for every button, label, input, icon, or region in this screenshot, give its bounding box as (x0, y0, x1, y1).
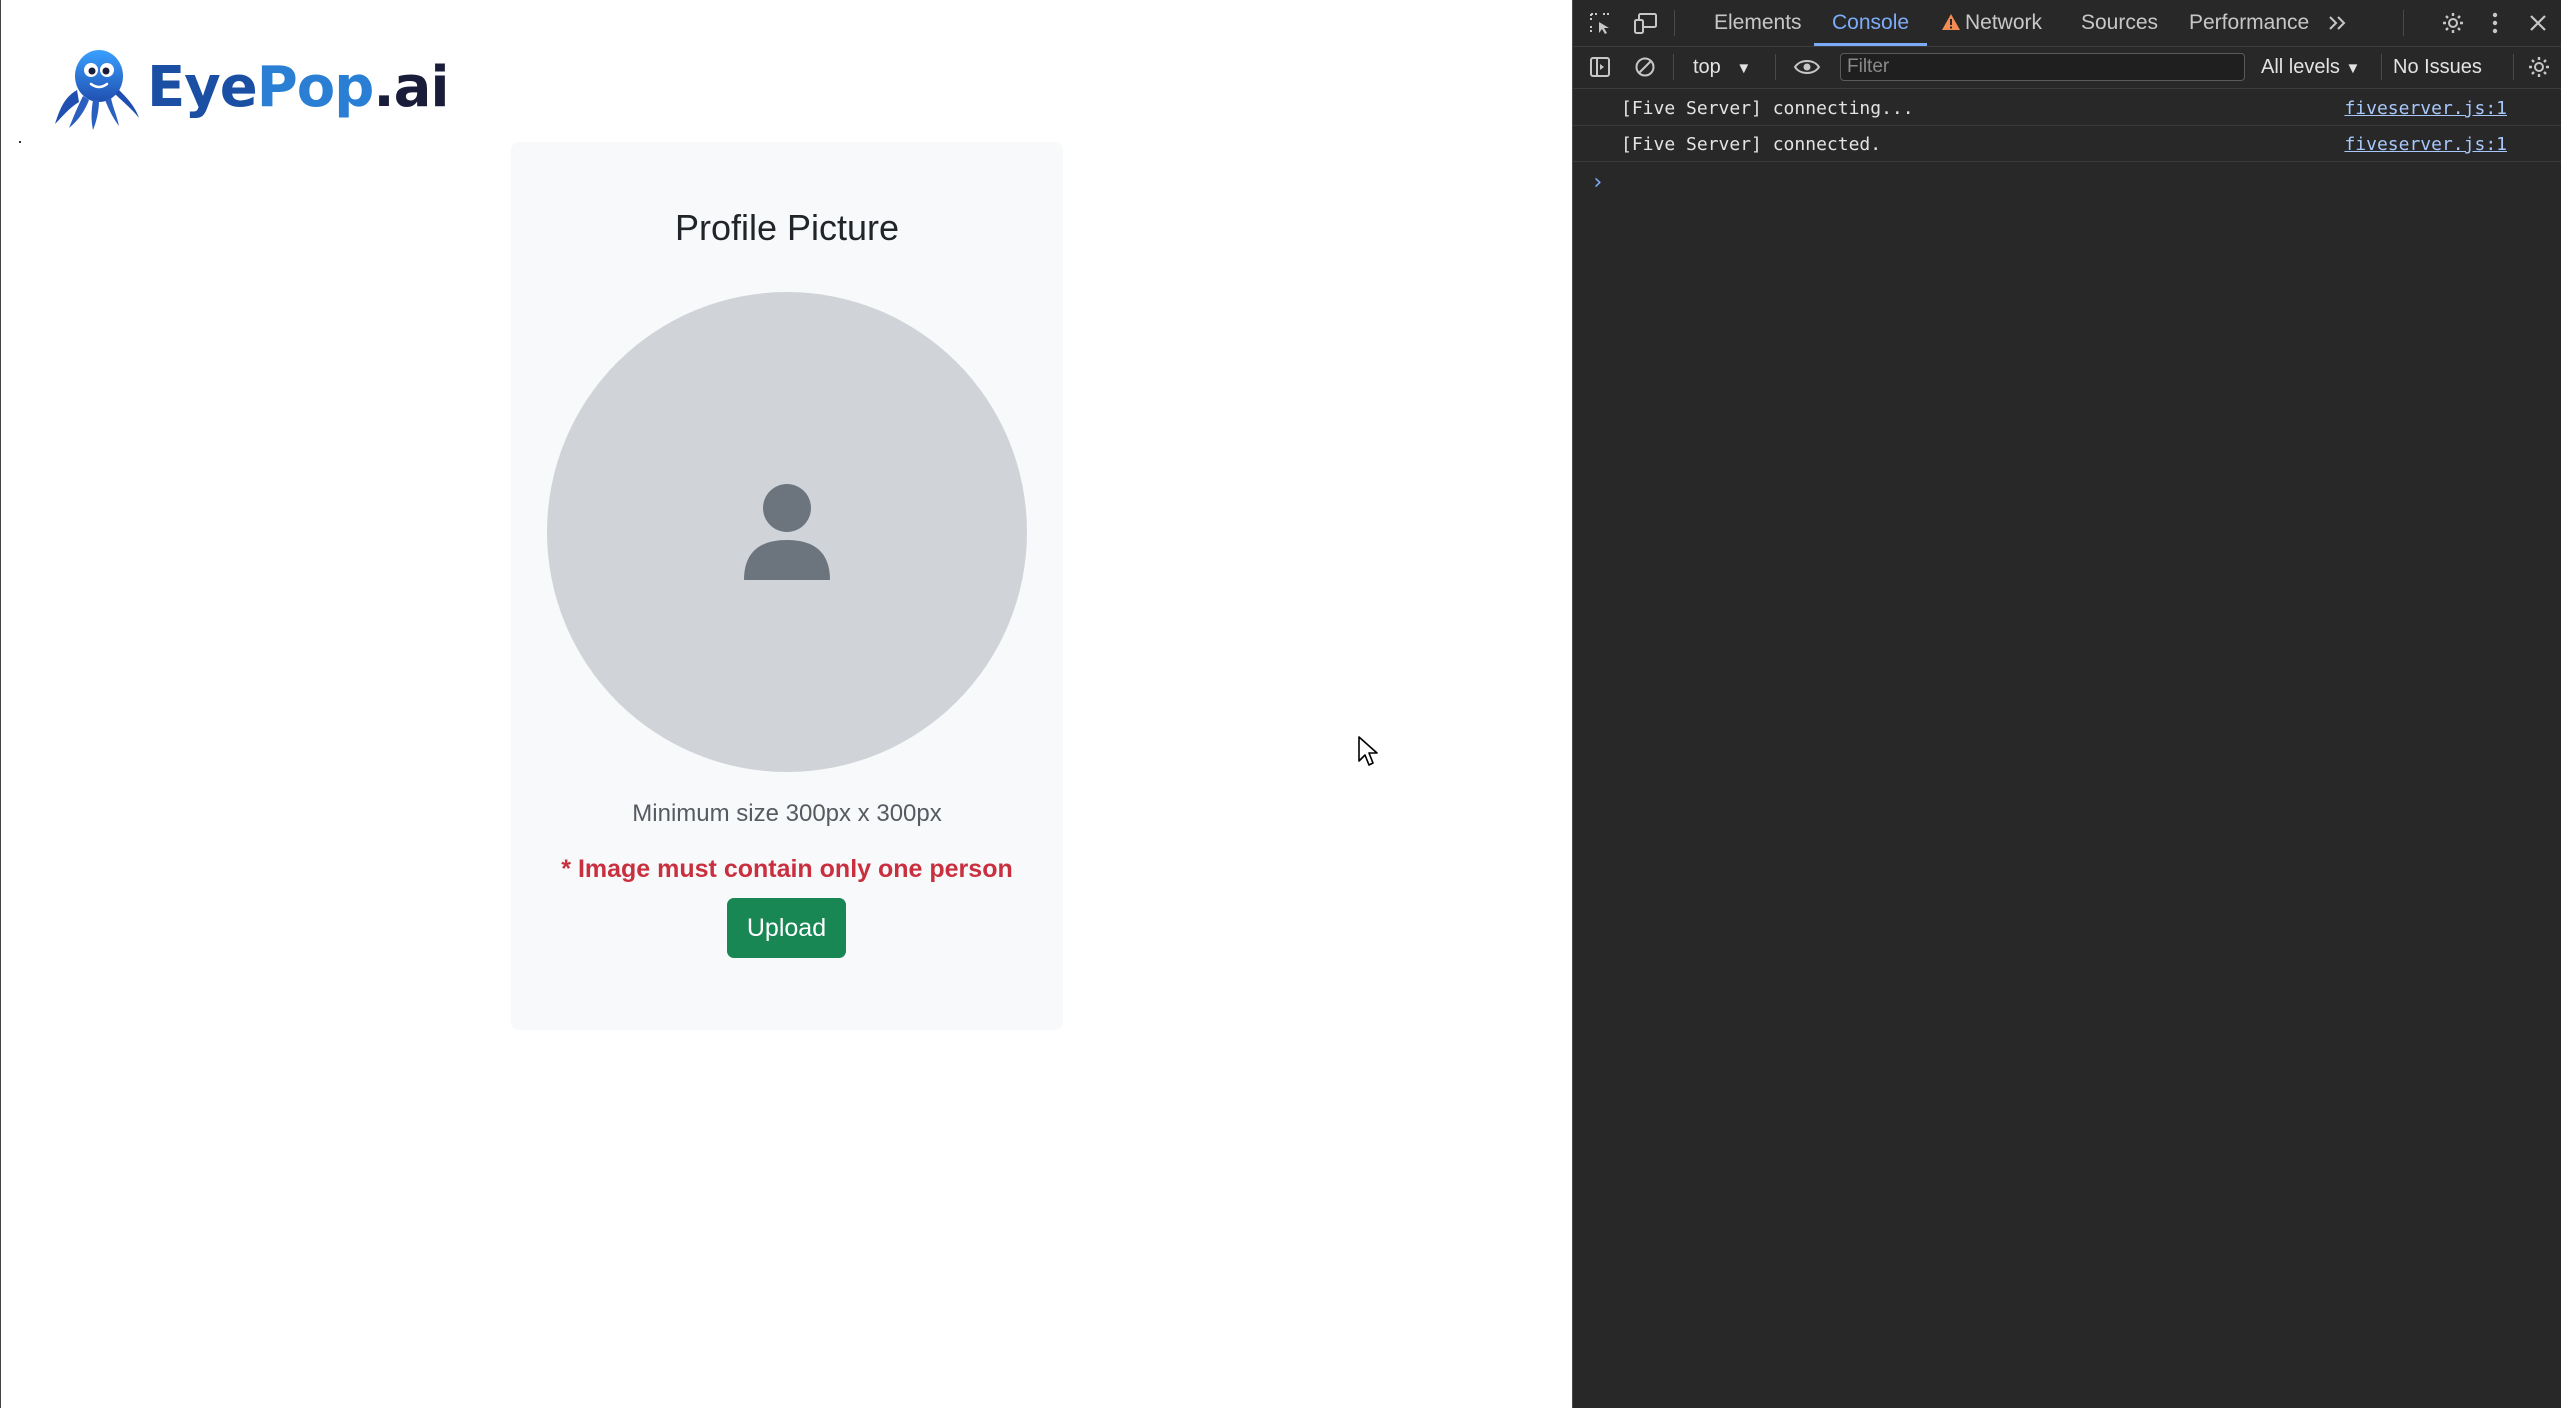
min-size-hint: Minimum size 300px x 300px (632, 800, 942, 827)
one-person-warning: * Image must contain only one person (561, 855, 1013, 883)
console-source-link[interactable]: fiveserver.js:1 (2344, 134, 2507, 155)
octopus-logo-icon (55, 50, 139, 130)
console-message: [Five Server] connected. fiveserver.js:1 (1573, 126, 2561, 162)
issues-counter[interactable]: No Issues (2393, 46, 2482, 88)
tab-console[interactable]: Console (1814, 0, 1928, 46)
avatar-placeholder[interactable] (547, 292, 1027, 772)
sidebar-toggle-icon[interactable] (1585, 52, 1615, 82)
mouse-cursor-icon (1358, 736, 1378, 766)
console-output: [Five Server] connecting... fiveserver.j… (1573, 90, 2561, 162)
toolbar-separator (1673, 54, 1674, 80)
logo-eye-text: Eye (147, 55, 258, 120)
console-prompt-chevron-icon[interactable]: › (1591, 170, 1604, 195)
profile-picture-card: Profile Picture Minimum size 300px x 300… (511, 142, 1063, 1030)
person-icon (744, 484, 830, 580)
clear-console-icon[interactable] (1630, 52, 1660, 82)
tab-separator (2403, 10, 2404, 36)
console-message-text: [Five Server] connecting... (1621, 98, 1914, 119)
logo-wordmark: EyePop.ai (147, 60, 450, 116)
toolbar-separator (2513, 54, 2514, 80)
eye-icon[interactable] (1792, 52, 1822, 82)
console-message-text: [Five Server] connected. (1621, 134, 1882, 155)
stray-dot (19, 141, 21, 143)
console-toolbar: top ▼ All levels ▼ No Issues (1573, 46, 2561, 89)
logo-ai-text: .ai (373, 55, 449, 120)
context-selector-label: top (1693, 56, 1721, 78)
inspect-element-icon[interactable] (1585, 8, 1615, 38)
log-levels-dropdown[interactable]: All levels ▼ (2261, 46, 2360, 88)
more-tabs-icon[interactable] (2323, 8, 2353, 38)
settings-gear-icon[interactable] (2438, 8, 2468, 38)
device-toolbar-icon[interactable] (1631, 8, 1661, 38)
toolbar-separator (1775, 54, 1776, 80)
log-levels-label: All levels (2261, 56, 2340, 78)
console-filter-input[interactable] (1840, 53, 2245, 81)
warning-icon (1942, 14, 1960, 30)
tab-network-label: Network (1965, 11, 2043, 34)
logo-pop-text: Pop (256, 55, 375, 120)
upload-button[interactable]: Upload (727, 898, 846, 958)
devtools-tabbar: Elements Console Network Sources Perform… (1573, 0, 2561, 47)
page-viewport: EyePop.ai Profile Picture Minimum size 3… (0, 0, 1572, 1408)
console-settings-gear-icon[interactable] (2524, 52, 2554, 82)
card-title: Profile Picture (674, 207, 900, 248)
toolbar-separator (2381, 54, 2382, 80)
close-icon[interactable] (2523, 8, 2553, 38)
dropdown-arrow-icon: ▼ (1736, 60, 1752, 77)
tab-network[interactable]: Network (1941, 0, 2042, 46)
eyepop-logo[interactable]: EyePop.ai (53, 46, 450, 130)
context-selector[interactable]: top ▼ (1693, 46, 1751, 88)
kebab-menu-icon[interactable] (2480, 8, 2510, 38)
console-message: [Five Server] connecting... fiveserver.j… (1573, 90, 2561, 126)
tab-elements[interactable]: Elements (1714, 0, 1802, 46)
devtools-panel: Elements Console Network Sources Perform… (1572, 0, 2561, 1408)
dropdown-arrow-icon: ▼ (2345, 60, 2361, 77)
tab-separator (1674, 10, 1675, 36)
tab-performance[interactable]: Performance (2189, 0, 2309, 46)
tab-sources[interactable]: Sources (2081, 0, 2158, 46)
console-source-link[interactable]: fiveserver.js:1 (2344, 98, 2507, 119)
